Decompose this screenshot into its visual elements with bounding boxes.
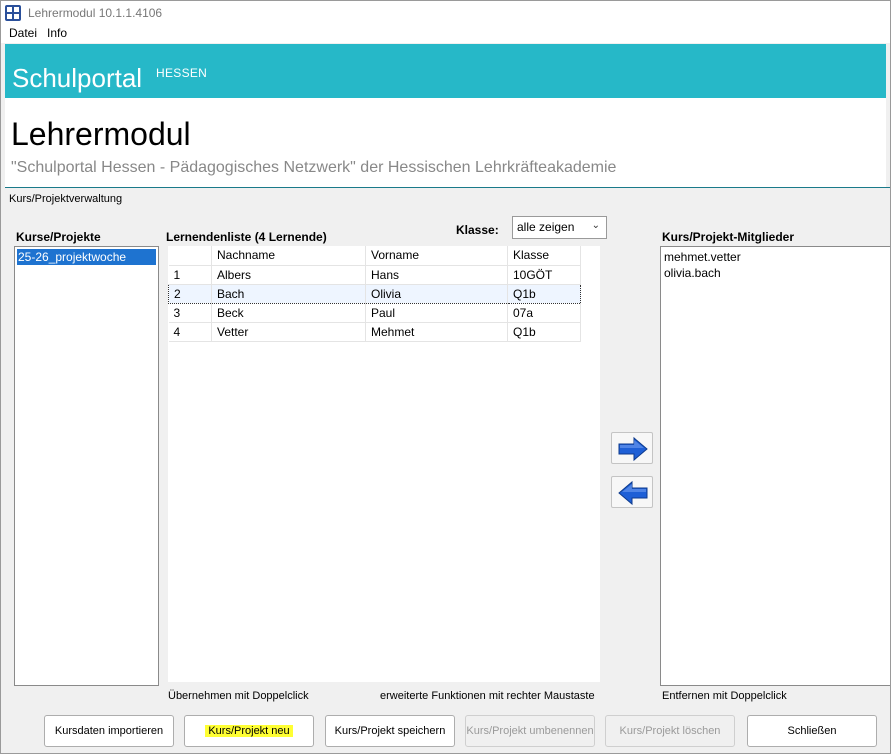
column-header-class[interactable]: Klasse [507, 246, 581, 266]
import-button[interactable]: Kursdaten importieren [44, 715, 174, 747]
cell-firstname: Paul [365, 303, 508, 323]
course-item[interactable]: 25-26_projektwoche [17, 249, 156, 265]
cell-lastname: Beck [211, 303, 366, 323]
menu-file[interactable]: Datei [9, 26, 37, 40]
hint-remove: Entfernen mit Doppelclick [662, 690, 787, 702]
cell-firstname: Mehmet [365, 322, 508, 342]
cell-class: 10GÖT [507, 265, 581, 285]
banner-title: Schulportal [12, 63, 143, 93]
portal-banner: Schulportal HESSEN [5, 44, 886, 98]
hint-context-menu: erweiterte Funktionen mit rechter Mausta… [380, 690, 595, 702]
add-member-button[interactable] [611, 432, 653, 464]
chevron-down-icon: ⌄ [591, 220, 600, 231]
hint-adopt: Übernehmen mit Doppelclick [168, 690, 309, 702]
table-row[interactable]: 1 Albers Hans 10GÖT [168, 265, 581, 285]
rename-course-button[interactable]: Kurs/Projekt umbenennen [465, 715, 595, 747]
arrow-left-icon [618, 480, 648, 506]
page-header: Lehrermodul "Schulportal Hessen - Pädago… [5, 98, 886, 188]
courses-list[interactable]: 25-26_projektwoche [14, 246, 159, 686]
arrow-right-icon [618, 436, 648, 462]
menu-bar: Datei Info [1, 25, 890, 43]
table-row[interactable]: 4 Vetter Mehmet Q1b [168, 322, 581, 342]
menu-info[interactable]: Info [47, 26, 67, 40]
section-label: Kurs/Projektverwaltung [9, 193, 123, 205]
cell-lastname: Vetter [211, 322, 366, 342]
cell-class: Q1b [507, 322, 581, 342]
learners-table: Nachname Vorname Klasse 1 Albers Hans 10… [168, 246, 581, 342]
column-header-firstname[interactable]: Vorname [365, 246, 508, 266]
column-header-nr[interactable] [168, 246, 212, 266]
column-header-lastname[interactable]: Nachname [211, 246, 366, 266]
table-row[interactable]: 3 Beck Paul 07a [168, 303, 581, 323]
cell-class: 07a [507, 303, 581, 323]
cell-nr: 4 [168, 322, 212, 342]
page-title: Lehrermodul [11, 116, 191, 152]
save-course-button[interactable]: Kurs/Projekt speichern [325, 715, 455, 747]
close-button[interactable]: Schließen [747, 715, 877, 747]
cell-nr: 1 [168, 265, 212, 285]
banner-superscript: HESSEN [156, 66, 208, 80]
table-header-row: Nachname Vorname Klasse [168, 246, 581, 266]
class-filter-value: alle zeigen [517, 220, 575, 234]
cell-lastname: Albers [211, 265, 366, 285]
cell-nr: 3 [168, 303, 212, 323]
app-icon [5, 5, 21, 21]
class-filter-label: Klasse: [456, 223, 499, 237]
cell-firstname: Olivia [365, 283, 508, 304]
cell-class: Q1b [507, 283, 581, 304]
new-course-button[interactable]: Kurs/Projekt neu [184, 715, 314, 747]
header-divider [5, 187, 890, 188]
learners-table-panel[interactable]: Nachname Vorname Klasse 1 Albers Hans 10… [168, 246, 600, 682]
cell-lastname: Bach [211, 283, 366, 304]
window-title: Lehrermodul 10.1.1.4106 [28, 6, 163, 20]
courses-heading: Kurse/Projekte [16, 230, 101, 244]
title-bar: Lehrermodul 10.1.1.4106 [1, 1, 890, 25]
member-item[interactable]: mehmet.vetter [664, 250, 741, 264]
members-heading: Kurs/Projekt-Mitglieder [662, 230, 795, 244]
remove-member-button[interactable] [611, 476, 653, 508]
new-course-label: Kurs/Projekt neu [205, 725, 293, 737]
learners-heading: Lernendenliste (4 Lernende) [166, 230, 327, 244]
member-item[interactable]: olivia.bach [664, 266, 721, 280]
members-list[interactable]: mehmet.vetter olivia.bach [660, 246, 890, 686]
class-filter-select[interactable]: alle zeigen ⌄ [512, 216, 607, 239]
app-window: Lehrermodul 10.1.1.4106 Datei Info Schul… [0, 0, 891, 754]
page-subtitle: "Schulportal Hessen - Pädagogisches Netz… [11, 159, 617, 176]
delete-course-button[interactable]: Kurs/Projekt löschen [605, 715, 735, 747]
cell-firstname: Hans [365, 265, 508, 285]
table-row-selected[interactable]: 2 Bach Olivia Q1b [168, 283, 581, 304]
cell-nr: 2 [168, 283, 212, 304]
